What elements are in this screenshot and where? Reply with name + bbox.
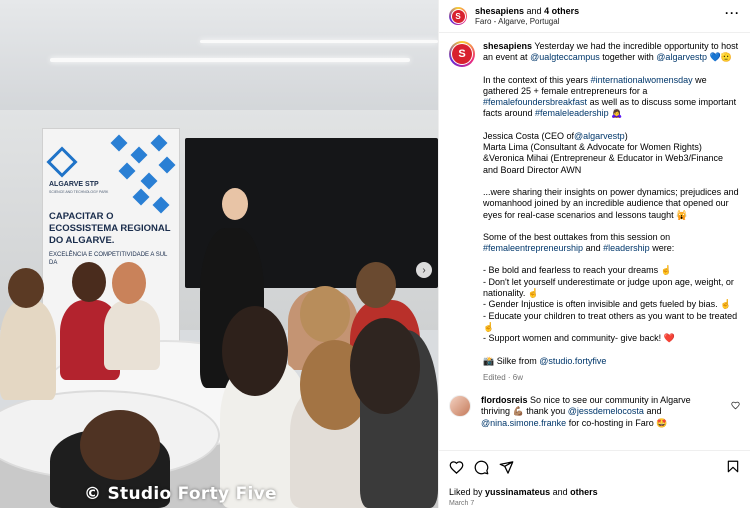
heart-icon <box>449 460 464 474</box>
banner-square <box>140 172 158 190</box>
takeaway-item: - Educate your children to treat others … <box>483 310 738 332</box>
mention-link[interactable]: @algarvestp <box>574 131 625 141</box>
banner-square <box>150 134 168 152</box>
mention-link[interactable]: @nina.simone.franke <box>481 418 566 428</box>
chevron-right-icon: › <box>422 264 426 276</box>
more-horizontal-icon[interactable]: ··· <box>725 6 740 20</box>
shesapiens-logo-icon: S <box>452 44 472 64</box>
liked-by-others[interactable]: others <box>570 487 598 497</box>
audience-head <box>72 262 106 302</box>
instagram-post-window: ALGARVE STP SCIENCE AND TECHNOLOGY PARK … <box>0 0 750 508</box>
author-username[interactable]: shesapiens <box>475 6 524 16</box>
banner-square <box>118 162 136 180</box>
banner-headline: CAPACITAR O ECOSSISTEMA REGIONAL DO ALGA… <box>49 211 171 246</box>
audience-head <box>222 306 288 396</box>
share-button[interactable] <box>499 460 514 475</box>
audience-body <box>104 300 160 370</box>
mention-link[interactable]: @jessdemelocosta <box>568 406 644 416</box>
banner-subline: EXCELÊNCIA E COMPETITIVIDADE A SUL DA <box>49 252 168 266</box>
banner-square <box>110 134 128 152</box>
post-actions: Liked by yussinamateus and others March … <box>439 450 750 508</box>
comment-icon <box>474 460 489 474</box>
takeaway-item: - Gender Injustice is often invisible an… <box>483 299 732 310</box>
mention-link[interactable]: @ualgteccampus <box>530 52 600 62</box>
bookmark-icon <box>727 460 739 473</box>
banner-brand: ALGARVE STP <box>49 181 99 188</box>
post-date[interactable]: March 7 <box>449 500 740 507</box>
audience-head <box>356 262 396 308</box>
shesapiens-logo-icon: S <box>451 9 465 23</box>
liked-by-user[interactable]: yussinamateus <box>485 487 550 497</box>
post-photo[interactable]: ALGARVE STP SCIENCE AND TECHNOLOGY PARK … <box>0 0 438 508</box>
hashtag-link[interactable]: #femaleentrepreneurship <box>483 243 583 253</box>
audience-head <box>8 268 44 308</box>
commenter-avatar[interactable] <box>449 395 471 418</box>
hashtag-link[interactable]: #leadership <box>603 243 650 253</box>
takeaway-item: - Support women and community- give back… <box>483 333 675 344</box>
mention-link[interactable]: @algarvestp <box>656 52 707 62</box>
speaker-head <box>222 188 248 220</box>
like-button[interactable] <box>449 460 464 475</box>
hashtag-link[interactable]: #internationalwomensday <box>591 75 693 85</box>
comment-button[interactable] <box>474 460 489 475</box>
banner-brand-sub: SCIENCE AND TECHNOLOGY PARK <box>49 190 109 194</box>
mention-link[interactable]: @studio.fortyfive <box>539 356 606 366</box>
takeaway-item: - Don't let yourself underestimate or ju… <box>483 276 734 299</box>
takeaways-list: - Be bold and fearless to reach your dre… <box>483 265 740 344</box>
hashtag-link[interactable]: #femalefoundersbreakfast <box>483 97 587 107</box>
comments-section[interactable]: S shesapiens Yesterday we had the incred… <box>439 33 750 450</box>
caption-text: shesapiens Yesterday we had the incredib… <box>483 41 740 382</box>
header-and: and <box>526 6 542 16</box>
comment-item: flordosreis So nice to see our community… <box>449 395 740 429</box>
commenter-username[interactable]: flordosreis <box>481 395 528 405</box>
ceiling-light <box>50 58 410 62</box>
post-header: S shesapiens and 4 others Faro - Algarve… <box>439 0 750 33</box>
caption-author-avatar[interactable]: S <box>449 41 475 67</box>
ceiling <box>0 0 438 120</box>
audience-head <box>112 262 146 304</box>
post-side-panel: S shesapiens and 4 others Faro - Algarve… <box>438 0 750 508</box>
send-icon <box>499 460 514 474</box>
banner-square <box>132 188 150 206</box>
next-photo-button[interactable]: › <box>416 262 432 278</box>
heart-outline-icon <box>731 401 740 410</box>
post-location[interactable]: Faro - Algarve, Portugal <box>475 17 579 26</box>
takeaway-item: - Be bold and fearless to reach your dre… <box>483 265 672 276</box>
caption-meta: Edited · 6w <box>483 372 524 382</box>
audience-head <box>80 410 160 480</box>
edited-label: Edited <box>483 372 506 382</box>
comment-like-button[interactable] <box>731 401 740 412</box>
hashtag-link[interactable]: #femaleleadership <box>535 108 609 118</box>
comment-text: flordosreis So nice to see our community… <box>481 395 691 428</box>
collaborators-link[interactable]: 4 others <box>544 6 579 16</box>
algarve-stp-logo-icon <box>46 146 78 178</box>
post-caption: S shesapiens Yesterday we had the incred… <box>449 41 740 383</box>
photo-watermark: © Studio Forty Five <box>84 484 277 504</box>
likes-summary: Liked by yussinamateus and others <box>449 487 598 497</box>
audience-head <box>300 286 350 342</box>
ceiling-light <box>200 40 438 43</box>
audience-body <box>0 300 56 400</box>
caption-time[interactable]: 6w <box>513 373 523 382</box>
banner-square <box>158 156 176 174</box>
banner-square <box>130 146 148 164</box>
audience-head <box>350 318 420 414</box>
caption-username[interactable]: shesapiens <box>483 41 532 51</box>
save-button[interactable] <box>726 459 740 474</box>
author-avatar[interactable]: S <box>449 7 467 25</box>
